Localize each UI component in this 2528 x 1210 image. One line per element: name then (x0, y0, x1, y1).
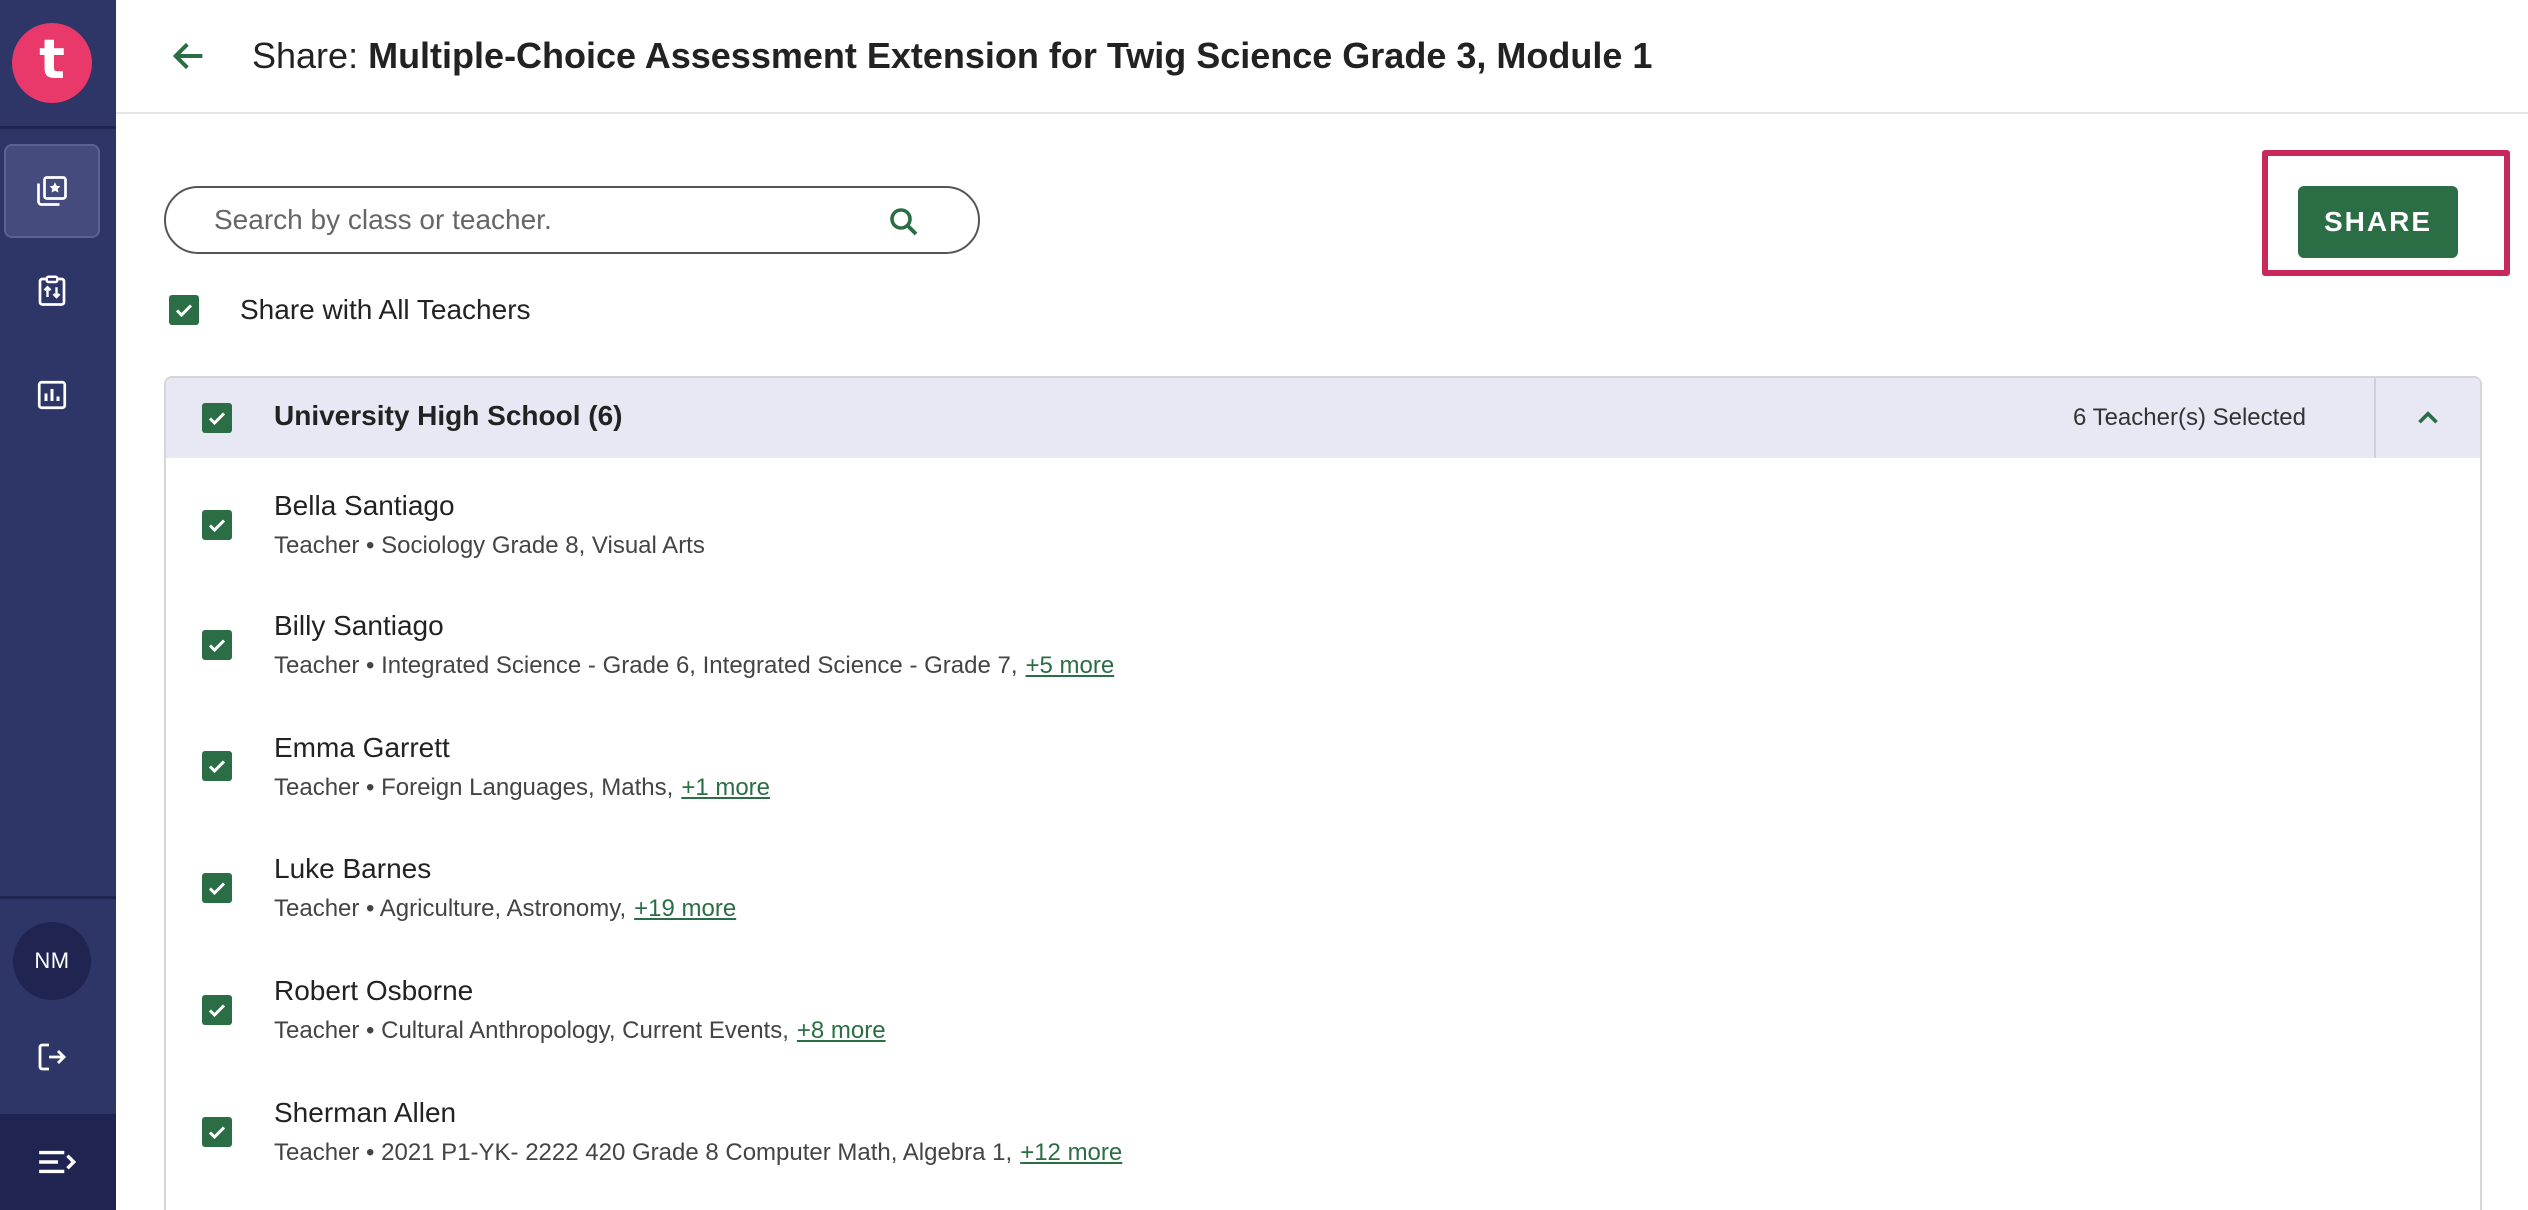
teacher-meta: Teacher • Cultural Anthropology, Current… (274, 1017, 886, 1045)
more-classes-link[interactable]: +19 more (634, 895, 736, 922)
teacher-classes: Teacher • Sociology Grade 8, Visual Arts (274, 532, 705, 559)
arrow-back-icon (172, 42, 203, 70)
share-all-checkbox[interactable] (169, 295, 199, 325)
search-bar (164, 186, 980, 254)
header-divider (2374, 378, 2376, 458)
search-input[interactable] (214, 204, 854, 236)
check-icon (208, 882, 226, 896)
teacher-checkbox[interactable] (202, 1117, 232, 1147)
teacher-checkbox[interactable] (202, 630, 232, 660)
teacher-checkbox[interactable] (202, 510, 232, 540)
sidebar-divider (0, 126, 116, 129)
chevron-up-icon (2418, 411, 2438, 424)
check-icon (208, 412, 226, 426)
teacher-classes: Teacher • Foreign Languages, Maths, (274, 774, 674, 801)
menu-toggle-button[interactable] (0, 1114, 116, 1210)
teacher-meta: Teacher • Foreign Languages, Maths, +1 mo… (274, 774, 770, 802)
sidebar-item-reports[interactable] (4, 348, 100, 442)
library-star-icon (37, 176, 67, 206)
teacher-name: Bella Santiago (274, 490, 455, 521)
teacher-name: Luke Barnes (274, 853, 432, 884)
teacher-checkbox[interactable] (202, 751, 232, 781)
clipboard-sort-icon (38, 275, 66, 306)
teacher-meta: Teacher • Integrated Science - Grade 6, … (274, 652, 1114, 680)
school-panel-header: University High School (6) 6 Teacher(s) … (166, 378, 2480, 458)
more-classes-link[interactable]: +1 more (681, 774, 770, 801)
teacher-checkbox[interactable] (202, 873, 232, 903)
app-logo[interactable]: t (12, 23, 92, 103)
sidebar-item-library[interactable] (4, 144, 100, 238)
selected-count: 6 Teacher(s) Selected (2072, 404, 2306, 431)
teacher-meta: Teacher • 2021 P1-YK- 2222 420 Grade 8 C… (274, 1139, 1122, 1167)
more-classes-link[interactable]: +8 more (797, 1017, 886, 1044)
check-icon (208, 519, 226, 533)
more-classes-link[interactable]: +12 more (1020, 1139, 1122, 1166)
teacher-name: Emma Garrett (274, 732, 450, 763)
back-button[interactable] (166, 33, 212, 79)
check-icon (208, 760, 226, 774)
logo-letter: t (39, 28, 65, 91)
user-avatar[interactable]: NM (13, 922, 91, 1000)
menu-open-icon (39, 1150, 77, 1174)
check-icon (208, 639, 226, 653)
search-icon[interactable] (886, 204, 922, 240)
teacher-name: Robert Osborne (274, 975, 474, 1006)
share-all-label: Share with All Teachers (240, 294, 531, 325)
check-icon (175, 304, 193, 318)
teacher-classes: Teacher • Cultural Anthropology, Current… (274, 1017, 789, 1044)
title-prefix: Share: (252, 35, 369, 76)
teacher-classes: Teacher • 2021 P1-YK- 2222 420 Grade 8 C… (274, 1139, 1013, 1166)
logout-icon (38, 1043, 67, 1071)
bar-chart-icon (37, 380, 67, 410)
school-checkbox[interactable] (202, 403, 232, 433)
teacher-classes: Teacher • Agriculture, Astronomy, (274, 895, 627, 922)
check-icon (208, 1004, 226, 1018)
sidebar-divider (0, 896, 116, 899)
page-header: Share: Multiple-Choice Assessment Extens… (116, 0, 2528, 114)
school-name: University High School (6) (274, 400, 623, 431)
teacher-name: Billy Santiago (274, 610, 444, 641)
teacher-meta: Teacher • Sociology Grade 8, Visual Arts (274, 532, 705, 560)
check-icon (208, 1126, 226, 1140)
sidebar: t NM (0, 0, 116, 1210)
sidebar-item-assignments[interactable] (4, 244, 100, 338)
avatar-initials: NM (34, 948, 70, 973)
logout-button[interactable] (4, 1010, 100, 1104)
teacher-name: Sherman Allen (274, 1097, 457, 1128)
teacher-classes: Teacher • Integrated Science - Grade 6, … (274, 652, 1018, 679)
page-title: Share: Multiple-Choice Assessment Extens… (252, 35, 1652, 77)
share-button[interactable]: SHARE (2298, 186, 2458, 258)
more-classes-link[interactable]: +5 more (1025, 652, 1114, 679)
teacher-meta: Teacher • Agriculture, Astronomy, +19 mor… (274, 895, 736, 923)
resource-title: Multiple-Choice Assessment Extension for… (368, 35, 1653, 76)
collapse-button[interactable] (2406, 396, 2450, 440)
teacher-checkbox[interactable] (202, 995, 232, 1025)
